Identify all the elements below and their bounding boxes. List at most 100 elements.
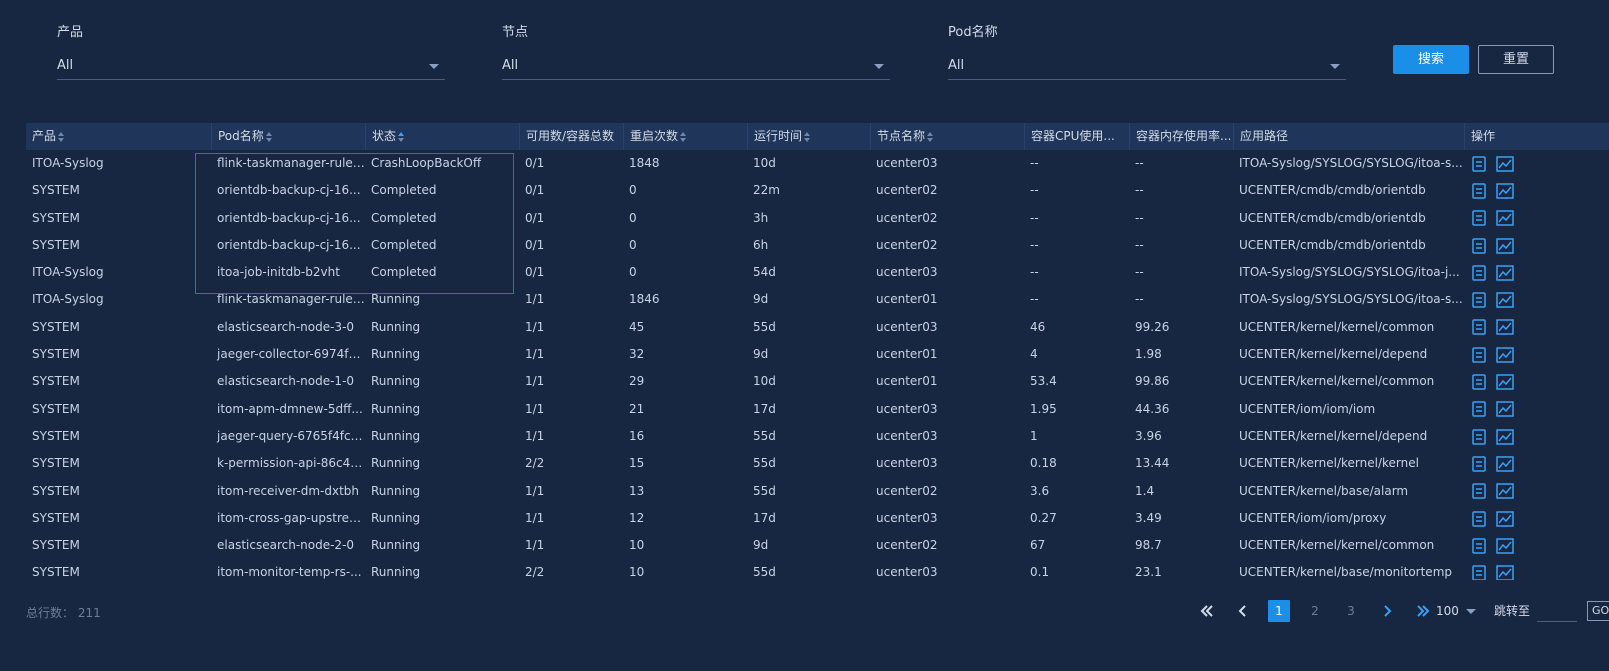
table-row: SYSTEM elasticsearch-node-1-0 Running 1/1 29… [26,368,1609,395]
table-cell: 0.27 [1030,510,1057,525]
header-node-name[interactable]: 节点名称 [870,123,1024,150]
table-cell: ucenter02 [876,237,938,252]
header-runtime[interactable]: 运行时间 [747,123,870,150]
detail-icon[interactable] [1472,265,1486,281]
sort-icon[interactable] [927,131,934,142]
detail-icon[interactable] [1472,346,1486,363]
detail-icon[interactable] [1472,483,1486,499]
table-cell: Running [371,510,421,525]
product-select[interactable]: All [57,54,445,80]
chart-icon[interactable] [1496,319,1514,336]
table-cell: itoa-job-initdb-b2vht [217,265,340,280]
table-row: ITOA-Syslog itoa-job-initdb-b2vht Complete… [26,259,1609,286]
chart-icon[interactable] [1496,456,1514,472]
detail-icon[interactable] [1472,428,1486,445]
detail-icon[interactable] [1472,155,1486,172]
chart-icon[interactable] [1496,483,1514,499]
search-button[interactable]: 搜索 [1393,45,1469,74]
table-row: SYSTEM orientdb-backup-cj-16... Completed 0… [26,232,1609,259]
table-cell: UCENTER/cmdb/cmdb/orientdb [1239,210,1426,225]
chart-icon[interactable] [1496,428,1514,445]
detail-icon[interactable] [1472,210,1486,226]
pod-select[interactable]: All [948,54,1346,80]
next-page-icon[interactable] [1376,600,1398,622]
chart-icon[interactable] [1496,265,1514,281]
detail-icon[interactable] [1472,237,1486,254]
table-cell: -- [1135,210,1144,225]
pagination: 1 2 3 [1196,600,1448,622]
table-row: SYSTEM itom-apm-dmnew-5dff... Running 1/1 21… [26,396,1609,423]
header-product[interactable]: 产品 [26,123,211,150]
table-cell: ucenter03 [876,156,938,170]
chart-icon[interactable] [1496,565,1514,580]
table-cell: 1/1 [525,319,545,334]
row-actions [1464,423,1574,450]
node-select[interactable]: All [502,54,890,80]
header-pod-name[interactable]: Pod名称 [211,123,365,150]
last-page-icon[interactable] [1412,600,1434,622]
sort-icon[interactable] [804,131,811,142]
sort-icon[interactable] [58,131,65,142]
table-cell: SYSTEM [32,565,80,580]
page-1[interactable]: 1 [1268,600,1290,622]
table-cell: -- [1135,183,1144,198]
table-cell: -- [1135,156,1144,170]
table-cell: 0.1 [1030,565,1050,580]
table-cell: ucenter03 [876,428,938,443]
table-cell: ITOA-Syslog [32,265,104,280]
table-cell: 3h [753,210,769,225]
header-available: 可用数/容器总数 [519,123,623,150]
sort-icon[interactable] [680,131,687,142]
go-button[interactable]: GO [1587,601,1609,621]
chart-icon[interactable] [1496,510,1514,527]
table-cell: itom-monitor-temp-rs-... [217,565,362,580]
table-cell: 0/1 [525,156,545,170]
table-cell: 1848 [629,156,660,170]
sort-icon[interactable] [265,131,273,142]
table-cell: 55d [753,483,776,498]
table-cell: Running [371,483,421,498]
chart-icon[interactable] [1496,210,1514,226]
detail-icon[interactable] [1472,292,1486,308]
page-size-select[interactable]: 100 [1436,600,1476,622]
detail-icon[interactable] [1472,510,1486,527]
table-cell: ITOA-Syslog/SYSLOG/SYSLOG/itoa-s... [1239,156,1463,170]
first-page-icon[interactable] [1196,600,1218,622]
table-cell: Completed [371,210,437,225]
sort-asc-icon[interactable] [398,131,405,142]
table-cell: ucenter01 [876,347,938,362]
table-cell: itom-receiver-dm-dxtbh [217,483,360,498]
page-3[interactable]: 3 [1340,600,1362,622]
page-2[interactable]: 2 [1304,600,1326,622]
detail-icon[interactable] [1472,401,1486,418]
table-cell: -- [1030,156,1039,170]
chart-icon[interactable] [1496,538,1514,554]
reset-button[interactable]: 重置 [1478,45,1554,74]
chart-icon[interactable] [1496,155,1514,172]
jump-label: 跳转至 [1494,604,1531,618]
chart-icon[interactable] [1496,401,1514,418]
table-cell: 44.36 [1135,401,1170,416]
table-cell: SYSTEM [32,237,80,252]
chart-icon[interactable] [1496,374,1514,390]
header-status[interactable]: 状态 [365,123,519,150]
table-cell: ucenter03 [876,565,938,580]
table-cell: ITOA-Syslog/SYSLOG/SYSLOG/itoa-j... [1239,265,1460,280]
chart-icon[interactable] [1496,237,1514,254]
table-cell: ucenter03 [876,319,938,334]
prev-page-icon[interactable] [1232,600,1254,622]
header-restarts[interactable]: 重启次数 [623,123,747,150]
detail-icon[interactable] [1472,374,1486,390]
chart-icon[interactable] [1496,292,1514,308]
detail-icon[interactable] [1472,538,1486,554]
product-select-value: All [57,58,74,73]
table-row: SYSTEM elasticsearch-node-3-0 Running 1/1 45… [26,314,1609,341]
jump-page-input[interactable] [1537,600,1577,622]
table-cell: 0 [629,210,637,225]
chart-icon[interactable] [1496,183,1514,199]
detail-icon[interactable] [1472,565,1486,580]
chart-icon[interactable] [1496,346,1514,363]
detail-icon[interactable] [1472,183,1486,199]
detail-icon[interactable] [1472,319,1486,336]
detail-icon[interactable] [1472,456,1486,472]
